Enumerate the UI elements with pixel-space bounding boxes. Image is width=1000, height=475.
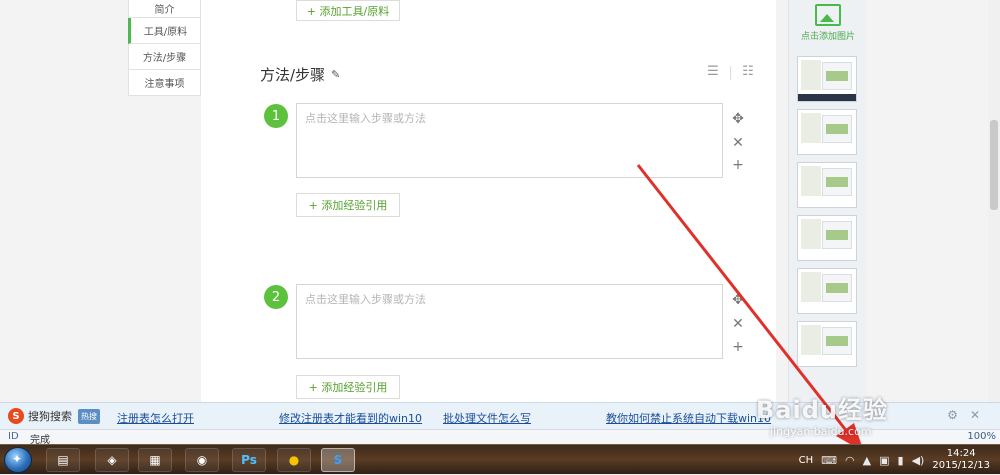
baidu-jingyan-watermark: Baidu经验 jingyan.baidu.com xyxy=(756,390,946,450)
add-reference-label: + 添加经验引用 xyxy=(308,381,388,394)
search-bar-tools: ⚙ ✕ xyxy=(947,408,980,422)
scrollbar-thumb[interactable] xyxy=(990,120,998,210)
step-number-badge: 1 xyxy=(264,104,288,128)
add-reference-button[interactable]: + 添加经验引用 xyxy=(296,375,400,399)
settings-icon[interactable]: ⚙ xyxy=(947,408,958,422)
file-explorer-icon[interactable]: ▤ xyxy=(46,448,80,472)
app-icon[interactable]: ◈ xyxy=(95,448,129,472)
add-tool-button[interactable]: + 添加工具/原料 xyxy=(296,0,400,21)
sogou-browser-icon[interactable]: S xyxy=(321,448,355,472)
hot-search-link[interactable]: 批处理文件怎么写 xyxy=(443,410,531,426)
step-placeholder: 点击这里输入步骤或方法 xyxy=(305,293,426,306)
section-title: 方法/步骤 ✎ xyxy=(260,64,340,85)
status-id: ID xyxy=(8,431,19,442)
nav-item-intro[interactable]: 简介 xyxy=(128,0,201,18)
wifi-icon[interactable]: ◠ xyxy=(845,454,855,467)
edit-pencil-icon[interactable]: ✎ xyxy=(331,68,340,81)
section-title-text: 方法/步骤 xyxy=(260,66,326,84)
divider xyxy=(730,66,731,80)
add-step-icon[interactable]: + xyxy=(730,157,746,173)
watermark-url: jingyan.baidu.com xyxy=(770,425,872,438)
add-image-label: 点击添加图片 xyxy=(800,32,855,42)
nav-item-label: 工具/原料 xyxy=(143,27,188,38)
system-tray: CH ⌨ ◠ ▲ ▣ ▮ ◀) 14:24 2015/12/13 xyxy=(799,445,1000,475)
add-reference-label: + 添加经验引用 xyxy=(308,199,388,212)
nav-item-tools[interactable]: 工具/原料 xyxy=(128,18,201,44)
sogou-logo-icon[interactable]: S xyxy=(8,408,24,424)
volume-icon[interactable]: ◀) xyxy=(912,454,925,467)
image-sidebar: 点击添加图片 xyxy=(788,0,866,402)
clock-time: 14:24 xyxy=(946,448,976,459)
add-reference-button[interactable]: + 添加经验引用 xyxy=(296,193,400,217)
nav-item-notes[interactable]: 注意事项 xyxy=(128,70,201,96)
step-placeholder: 点击这里输入步骤或方法 xyxy=(305,112,426,125)
add-step-icon[interactable]: + xyxy=(730,339,746,355)
game-app-icon[interactable]: ● xyxy=(277,448,311,472)
list-style-toolbar: ☰ ☷ xyxy=(706,64,755,80)
keyboard-icon[interactable]: ⌨ xyxy=(821,454,837,467)
sogou-search-label[interactable]: 搜狗搜索 xyxy=(28,408,72,424)
zoom-level[interactable]: 100% xyxy=(967,431,996,442)
article-outline-nav: 简介 工具/原料 方法/步骤 注意事项 xyxy=(128,0,201,96)
network-icon[interactable]: ◉ xyxy=(185,448,219,472)
photoshop-icon[interactable]: Ps xyxy=(232,448,266,472)
image-thumbnail[interactable] xyxy=(797,162,857,208)
image-thumbnail[interactable] xyxy=(797,215,857,261)
system-clock[interactable]: 14:24 2015/12/13 xyxy=(932,448,990,472)
ordered-list-icon[interactable]: ☰ xyxy=(706,64,720,80)
hot-search-link[interactable]: 教你如何禁止系统自动下载win10 xyxy=(606,410,771,426)
show-hidden-icons[interactable]: ▲ xyxy=(863,454,871,467)
nav-item-label: 方法/步骤 xyxy=(142,53,187,64)
browser-content: 简介 工具/原料 方法/步骤 注意事项 + 添加工具/原料 方法/步骤 ✎ ☰ … xyxy=(0,0,1000,402)
step-input[interactable]: 点击这里输入步骤或方法 xyxy=(296,284,723,359)
unordered-list-icon[interactable]: ☷ xyxy=(741,64,755,80)
page-scrollbar[interactable] xyxy=(988,0,1000,402)
image-thumbnail[interactable] xyxy=(797,321,857,367)
language-indicator[interactable]: CH xyxy=(799,455,814,466)
network-tray-icon[interactable]: ▣ xyxy=(879,454,889,467)
hot-search-link[interactable]: 注册表怎么打开 xyxy=(117,410,194,426)
close-icon[interactable]: ✕ xyxy=(970,408,980,422)
delete-step-icon[interactable]: ✕ xyxy=(730,316,746,332)
image-add-icon xyxy=(815,4,841,26)
watermark-logo: Baidu经验 xyxy=(756,396,888,424)
windows-taskbar: ▤ ◈ ▦ ◉ Ps ● S CH ⌨ ◠ ▲ ▣ ▮ ◀) 14:24 201… xyxy=(0,444,1000,474)
add-image-button[interactable]: 点击添加图片 xyxy=(789,2,867,42)
start-button[interactable] xyxy=(4,447,32,473)
editor-panel: + 添加工具/原料 方法/步骤 ✎ ☰ ☷ 1 点击这里输入步骤或方法 ✥ ✕ … xyxy=(201,0,776,402)
drag-move-icon[interactable]: ✥ xyxy=(730,292,746,308)
battery-icon[interactable]: ▮ xyxy=(898,454,904,467)
image-thumbnail[interactable] xyxy=(797,109,857,155)
step-number: 1 xyxy=(271,108,281,124)
step-number: 2 xyxy=(271,289,281,305)
hot-search-link[interactable]: 修改注册表才能看到的win10 xyxy=(279,410,422,426)
add-tool-label: + 添加工具/原料 xyxy=(306,4,390,18)
image-thumbnail[interactable] xyxy=(797,268,857,314)
hot-search-badge: 热搜 xyxy=(78,408,100,424)
image-thumbnail[interactable] xyxy=(797,56,857,102)
drag-move-icon[interactable]: ✥ xyxy=(730,111,746,127)
nav-item-label: 简介 xyxy=(154,5,175,16)
delete-step-icon[interactable]: ✕ xyxy=(730,135,746,151)
nav-item-steps[interactable]: 方法/步骤 xyxy=(128,44,201,70)
step-input[interactable]: 点击这里输入步骤或方法 xyxy=(296,103,723,178)
nav-item-label: 注意事项 xyxy=(144,79,185,90)
media-icon[interactable]: ▦ xyxy=(138,448,172,472)
step-number-badge: 2 xyxy=(264,285,288,309)
clock-date: 2015/12/13 xyxy=(932,460,990,471)
